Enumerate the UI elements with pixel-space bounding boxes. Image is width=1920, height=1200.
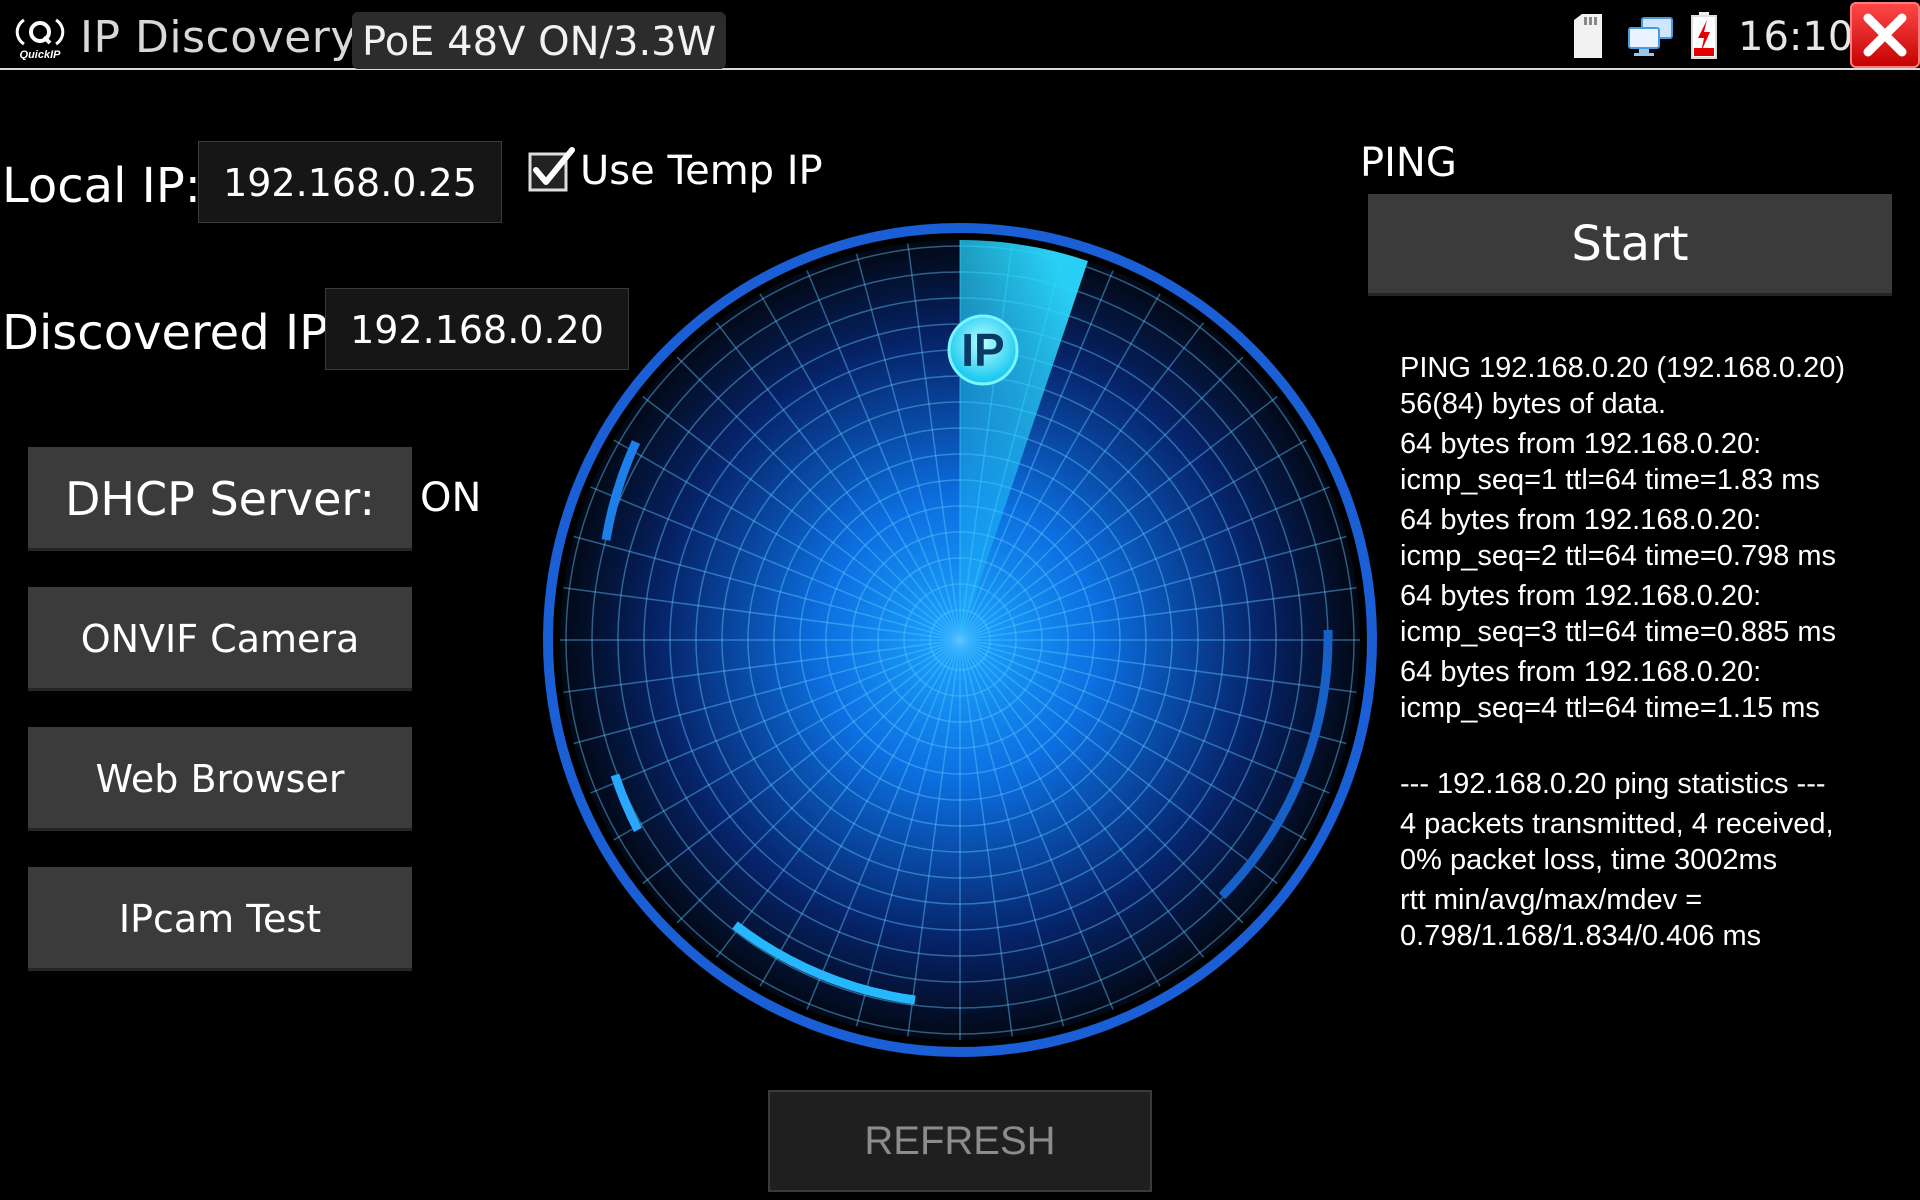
use-temp-ip-label: Use Temp IP xyxy=(580,148,823,194)
ping-output-line: icmp_seq=4 ttl=64 time=1.15 ms xyxy=(1400,692,1820,724)
ping-output-line: icmp_seq=3 ttl=64 time=0.885 ms xyxy=(1400,616,1837,648)
local-ip-label: Local IP: xyxy=(2,158,201,214)
radar-display: IP xyxy=(530,210,1390,1070)
ping-output-line: 64 bytes from 192.168.0.20: xyxy=(1400,580,1762,612)
ping-output-line: --- 192.168.0.20 ping statistics --- xyxy=(1400,768,1826,800)
ping-start-button[interactable]: Start xyxy=(1368,194,1892,296)
ping-output-line: PING 192.168.0.20 (192.168.0.20) xyxy=(1400,352,1845,384)
checkmark-icon xyxy=(528,147,575,192)
logo-text: QuickIP xyxy=(20,49,62,60)
ping-output-line: 64 bytes from 192.168.0.20: xyxy=(1400,504,1762,536)
network-icon xyxy=(1626,16,1676,56)
dhcp-server-button[interactable]: DHCP Server: xyxy=(28,447,412,551)
onvif-camera-button[interactable]: ONVIF Camera xyxy=(28,587,412,691)
web-browser-button[interactable]: Web Browser xyxy=(28,727,412,831)
ping-output-line: 64 bytes from 192.168.0.20: xyxy=(1400,428,1762,460)
ping-output-line: 56(84) bytes of data. xyxy=(1400,388,1666,420)
battery-charging-icon xyxy=(1690,12,1718,60)
ipcam-test-button[interactable]: IPcam Test xyxy=(28,867,412,971)
local-ip-field[interactable]: 192.168.0.25 xyxy=(198,141,502,223)
ip-badge-text: IP xyxy=(961,324,1004,376)
use-temp-ip-checkbox[interactable] xyxy=(528,146,576,194)
quickip-logo: QuickIP xyxy=(10,10,70,61)
ping-output-line: 4 packets transmitted, 4 received, xyxy=(1400,808,1834,840)
ping-output-line: icmp_seq=1 ttl=64 time=1.83 ms xyxy=(1400,464,1820,496)
discovered-ip-label: Discovered IP: xyxy=(2,305,345,361)
clock: 16:10 xyxy=(1738,14,1854,60)
title-bar: QuickIP IP Discovery PoE 48V ON/3.3W 16:… xyxy=(0,0,1920,70)
ping-output-line: 0% packet loss, time 3002ms xyxy=(1400,844,1778,876)
ping-output-line: icmp_seq=2 ttl=64 time=0.798 ms xyxy=(1400,540,1837,572)
app-title: IP Discovery xyxy=(80,12,357,63)
ping-label: PING xyxy=(1360,140,1457,186)
poe-status-badge: PoE 48V ON/3.3W xyxy=(352,12,727,69)
sd-card-icon xyxy=(1572,14,1604,58)
ping-output-line: rtt min/avg/max/mdev = xyxy=(1400,884,1703,916)
close-button[interactable] xyxy=(1850,2,1920,68)
refresh-button[interactable]: REFRESH xyxy=(768,1090,1152,1192)
ping-output-line: 0.798/1.168/1.834/0.406 ms xyxy=(1400,920,1762,952)
ping-output: PING 192.168.0.20 (192.168.0.20) 56(84) … xyxy=(1400,350,1910,954)
ping-output-line: 64 bytes from 192.168.0.20: xyxy=(1400,656,1762,688)
dhcp-status: ON xyxy=(420,475,482,521)
close-icon xyxy=(1863,13,1907,57)
